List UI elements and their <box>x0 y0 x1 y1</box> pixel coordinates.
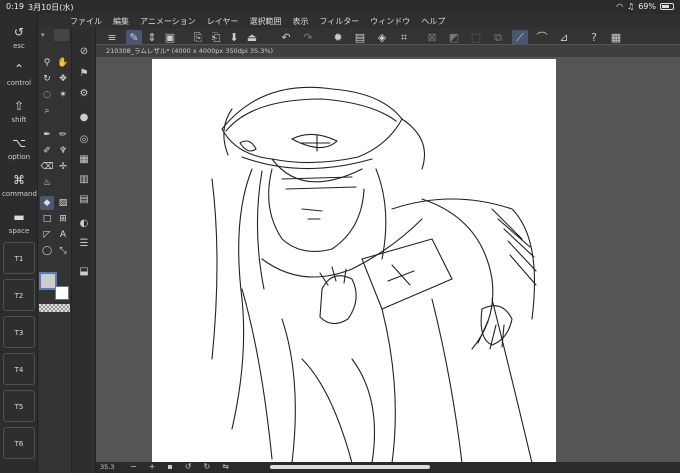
status-right: ◠ ♫ 69% <box>616 2 674 11</box>
t2-button[interactable]: T2 <box>3 279 35 311</box>
menu-item-8[interactable]: ヘルプ <box>421 16 445 27</box>
fit-screen-icon[interactable]: ▪ <box>167 462 172 471</box>
blend-tool-icon[interactable]: ♨ <box>40 176 54 190</box>
tool-palette: ▾ ⚲ ✋ ↻ ✥ ◌ ✶ ⌕ ✒ ✏ ✐ ♆ ⌫ ✢ ♨ ◆ ▨ □ ⊞ ◸ … <box>38 28 72 473</box>
decoration-tool-icon[interactable]: ✢ <box>56 160 70 174</box>
space-key[interactable]: ▬ space <box>2 207 36 243</box>
airbrush-tool-icon[interactable]: ♆ <box>56 144 70 158</box>
magic-wand-icon[interactable]: ✶ <box>56 88 70 102</box>
pencil-tool-icon[interactable]: ✏ <box>56 128 70 142</box>
color-set-icon[interactable]: ▦ <box>76 152 92 168</box>
color-history-icon[interactable]: ▤ <box>76 192 92 208</box>
drawing-canvas[interactable] <box>152 59 556 463</box>
option-key[interactable]: ⌥ option <box>2 133 36 169</box>
menu-item-5[interactable]: 表示 <box>292 16 308 27</box>
menu-item-0[interactable]: ファイル <box>70 16 102 27</box>
status-bar: 0:19 3月10日(水) ◠ ♫ 69% <box>0 0 680 14</box>
document-title: 210308_ラムレザル* (4000 x 4000px 350dpi 35.3… <box>106 47 274 55</box>
subtool-palette-icon[interactable]: ⚑ <box>76 66 92 82</box>
t1-button[interactable]: T1 <box>3 242 35 274</box>
frame-tool-icon[interactable]: ⊞ <box>56 212 70 226</box>
hand-tool-icon[interactable]: ✋ <box>56 56 70 70</box>
text-tool-icon[interactable]: A <box>56 228 70 242</box>
zoom-in-icon[interactable]: + <box>149 462 156 471</box>
home-indicator[interactable] <box>270 465 430 469</box>
move-tool-icon[interactable]: ✥ <box>56 72 70 86</box>
tool-palette-header: ▾ <box>38 28 72 44</box>
menu-item-6[interactable]: フィルター <box>319 16 359 27</box>
navigator-icon[interactable]: ⬓ <box>76 264 92 280</box>
menu-item-2[interactable]: アニメーション <box>140 16 196 27</box>
battery-icon <box>660 3 674 10</box>
menu-bar: ᘏ ファイル編集アニメーションレイヤー選択範囲表示フィルターウィンドウヘルプ <box>15 14 680 28</box>
palette-menu-icon[interactable]: ▾ <box>41 31 45 39</box>
undo-arrow-icon: ↺ <box>13 25 25 39</box>
tool-property-icon[interactable]: ⚙ <box>76 86 92 102</box>
headphones-icon: ♫ <box>627 2 635 11</box>
command-key[interactable]: ⌘ command <box>2 170 37 206</box>
eyedropper-icon[interactable]: ⌕ <box>40 104 54 118</box>
command-key-icon: ⌘ <box>13 173 25 187</box>
gradient-tool-icon[interactable]: ▨ <box>56 196 70 210</box>
transparent-color-swatch[interactable] <box>39 304 70 312</box>
t5-button[interactable]: T5 <box>3 390 35 422</box>
battery-percent: 69% <box>638 2 656 11</box>
t6-button[interactable]: T6 <box>3 427 35 459</box>
sketch-drawing <box>211 86 537 463</box>
status-time: 0:19 <box>6 2 24 11</box>
option-key-icon: ⌥ <box>12 136 26 150</box>
menu-item-1[interactable]: 編集 <box>113 16 129 27</box>
rotate-left-icon[interactable]: ↺ <box>185 462 192 471</box>
status-date: 3月10日(水) <box>28 3 74 12</box>
space-bar-icon: ▬ <box>13 210 25 224</box>
sub-color-swatch[interactable] <box>55 286 69 300</box>
rotate-right-icon[interactable]: ↻ <box>204 462 211 471</box>
zoom-tool-icon[interactable]: ⚲ <box>40 56 54 70</box>
brush-size-icon[interactable]: ● <box>76 110 92 126</box>
flip-icon[interactable]: ⇋ <box>222 462 229 471</box>
menu-item-3[interactable]: レイヤー <box>207 16 239 27</box>
t4-button[interactable]: T4 <box>3 353 35 385</box>
pen-preview-icon[interactable] <box>54 29 69 41</box>
edge-keyboard: ↺ esc ⌃ control ⇧ shift ⌥ option ⌘ comma… <box>0 14 38 473</box>
menu-item-4[interactable]: 選択範囲 <box>249 16 281 27</box>
document-tab[interactable]: 210308_ラムレザル* (4000 x 4000px 350dpi 35.3… <box>96 45 680 57</box>
brush-tool-icon[interactable]: ✐ <box>40 144 54 158</box>
control-caret-icon: ⌃ <box>13 62 25 76</box>
menu-items: ファイル 編集 アニメーション レイヤー 選択範囲 表示 フィルター ウィンドウ ヘルプ <box>70 16 445 27</box>
eraser-tool-icon[interactable]: ⌫ <box>40 160 54 174</box>
lasso-tool-icon[interactable]: ◌ <box>40 88 54 102</box>
sketch-strokes <box>211 86 537 463</box>
shift-arrow-icon: ⇧ <box>13 99 25 113</box>
canvas-controls: − + ▪ ↺ ↻ ⇋ <box>130 462 229 471</box>
correct-line-tool-icon[interactable]: ⤡ <box>56 244 70 258</box>
shift-key[interactable]: ⇧ shift <box>2 96 36 132</box>
t3-button[interactable]: T3 <box>3 316 35 348</box>
balloon-tool-icon[interactable]: ◯ <box>40 244 54 258</box>
pen-tool-icon[interactable]: ✒ <box>40 128 54 142</box>
color-circle-icon[interactable]: ◎ <box>76 132 92 148</box>
fill-tool-icon[interactable]: ◆ <box>40 196 54 210</box>
zoom-out-icon[interactable]: − <box>130 462 137 471</box>
rotate-tool-icon[interactable]: ↻ <box>40 72 54 86</box>
layer-property-icon[interactable]: ◐ <box>76 216 92 232</box>
palette-dock: ⊘ ⚑ ⚙ ● ◎ ▦ ▥ ▤ ◐ ☰ ⬓ <box>72 28 96 473</box>
zoom-level[interactable]: 35.3 <box>100 463 114 471</box>
wifi-icon: ◠ <box>616 2 624 11</box>
control-key[interactable]: ⌃ control <box>2 59 36 95</box>
figure-tool-icon[interactable]: □ <box>40 212 54 226</box>
ruler-tool-icon[interactable]: ◸ <box>40 228 54 242</box>
intermediate-color-icon[interactable]: ▥ <box>76 172 92 188</box>
layer-palette-icon[interactable]: ☰ <box>76 236 92 252</box>
app-window: 0:19 3月10日(水) ◠ ♫ 69% ᘏ ファイル編集アニメーションレイヤ… <box>0 0 680 473</box>
menu-item-7[interactable]: ウィンドウ <box>370 16 410 27</box>
esc-key[interactable]: ↺ esc <box>2 22 36 58</box>
no-entry-icon[interactable]: ⊘ <box>76 44 92 60</box>
